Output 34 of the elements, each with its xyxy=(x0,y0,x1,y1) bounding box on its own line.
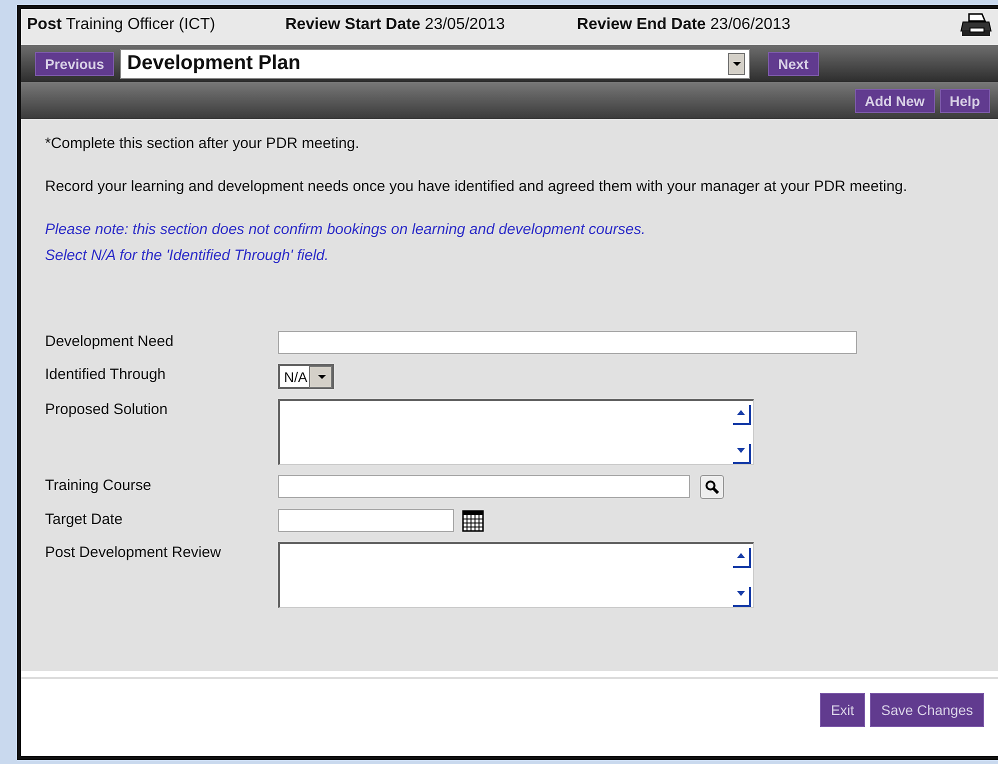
scroll-down-icon[interactable] xyxy=(733,444,751,464)
instruction-text: *Complete this section after your PDR meeting. xyxy=(45,134,360,154)
add-new-button[interactable]: Add New xyxy=(854,88,935,112)
save-changes-button[interactable]: Save Changes xyxy=(870,693,984,727)
search-icon xyxy=(705,480,719,494)
next-button[interactable]: Next xyxy=(768,52,818,76)
scroll-up-icon[interactable] xyxy=(733,548,751,568)
printer-icon[interactable] xyxy=(960,12,992,38)
date-field[interactable] xyxy=(278,509,454,532)
note-text: Please note: this section does not confirm bookings on learning and development courses. xyxy=(45,220,646,240)
field-label: Identified Through xyxy=(45,365,167,383)
header-info: Review Start Date 23/05/2013 xyxy=(285,16,505,34)
scroll-down-icon[interactable] xyxy=(733,587,751,607)
select-field[interactable]: N/A xyxy=(278,364,334,389)
header-info: Review End Date 23/06/2013 xyxy=(576,16,790,34)
field-label: Training Course xyxy=(45,476,152,494)
help-button[interactable]: Help xyxy=(940,88,990,112)
field-label: Development Need xyxy=(45,332,174,350)
header-info: Post Training Officer (ICT) xyxy=(27,16,216,34)
previous-button[interactable]: Previous xyxy=(35,52,114,76)
instruction-text: Record your learning and development needs once you have identified and agreed them with your manager at your PDR meeting. xyxy=(45,177,908,197)
field-label: Post Development Review xyxy=(45,543,222,561)
text-field[interactable] xyxy=(278,475,690,498)
field-label: Proposed Solution xyxy=(45,400,169,418)
text-area[interactable] xyxy=(278,542,754,608)
calendar-icon[interactable] xyxy=(462,510,484,532)
note-text: Select N/A for the 'Identified Through' field. xyxy=(45,246,330,266)
exit-button[interactable]: Exit xyxy=(820,693,866,727)
text-field[interactable] xyxy=(278,331,857,354)
text-area[interactable] xyxy=(278,399,754,465)
scroll-up-icon[interactable] xyxy=(733,405,751,425)
section-dropdown[interactable]: Development Plan xyxy=(120,48,750,78)
search-button[interactable] xyxy=(700,475,724,499)
field-label: Target Date xyxy=(45,510,124,528)
